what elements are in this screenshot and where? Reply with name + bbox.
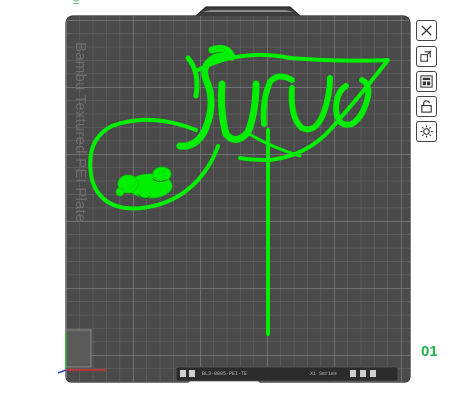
arrange-icon [420,75,433,88]
plate-type-label: Bambu Textured PEI Plate [72,42,89,223]
build-plate[interactable] [0,0,473,400]
lock-plate-button[interactable] [416,96,437,117]
arrange-button[interactable] [416,71,437,92]
plate-toolbar [416,20,438,142]
gear-icon [420,125,433,138]
strip-left-text: BL3-8805-PEI-TE [202,371,248,377]
3d-viewport[interactable]: = Bambu Textured PEI Plate BL3-8805-PEI-… [0,0,473,400]
close-plate-button[interactable] [416,20,437,41]
plate-number: 01 [421,343,438,360]
close-icon [421,25,432,36]
orient-icon [420,50,432,62]
plate-settings-button[interactable] [416,121,437,142]
auto-orient-button[interactable] [416,46,437,67]
lock-icon [421,100,432,113]
strip-right-text: X1 Series [310,371,338,377]
